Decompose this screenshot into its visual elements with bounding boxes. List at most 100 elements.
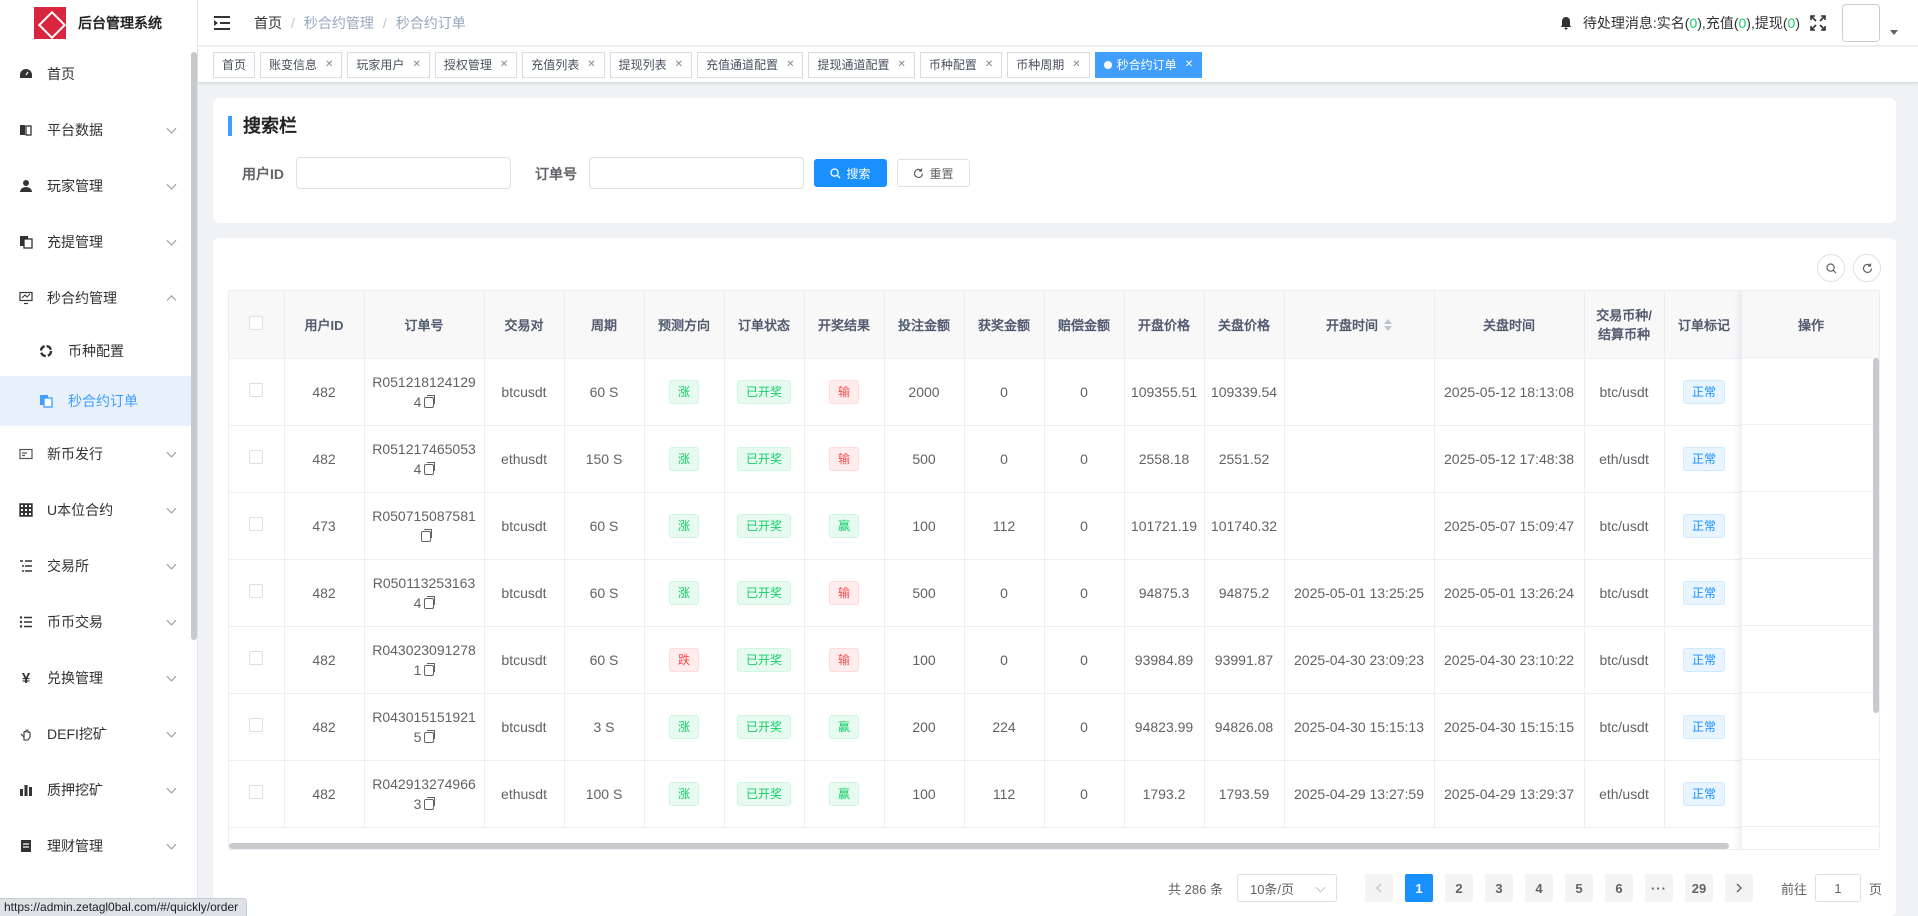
close-icon[interactable]: ✕ <box>897 59 905 70</box>
table-horizontal-scrollbar[interactable] <box>229 843 1729 849</box>
close-icon[interactable]: ✕ <box>325 59 333 70</box>
sidebar-item-list[interactable]: 交易所 <box>0 538 197 594</box>
breadcrumb-home[interactable]: 首页 <box>254 13 282 33</box>
cell-comp: 0 <box>1044 693 1125 761</box>
close-icon[interactable]: ✕ <box>675 59 683 70</box>
close-icon[interactable]: ✕ <box>1072 59 1080 70</box>
sidebar-item-wallet[interactable]: 理财管理 <box>0 818 197 874</box>
cell-open-time <box>1284 358 1435 426</box>
table-vertical-scrollbar[interactable] <box>1873 358 1879 713</box>
row-checkbox[interactable] <box>249 516 264 531</box>
sidebar-item-list-bullets[interactable]: 币币交易 <box>0 594 197 650</box>
user-id-input[interactable] <box>296 157 511 189</box>
copy-icon[interactable] <box>424 729 436 743</box>
hamburger-icon[interactable] <box>214 15 230 30</box>
tag-0[interactable]: 首页 <box>213 51 256 78</box>
close-icon[interactable]: ✕ <box>587 59 595 70</box>
tag-4[interactable]: 充值列表 ✕ <box>522 51 605 78</box>
copy-icon[interactable] <box>424 662 436 676</box>
cell-close-price: 101740.32 <box>1204 492 1285 560</box>
tag-1[interactable]: 账变信息 ✕ <box>260 51 343 78</box>
copy-icon[interactable] <box>424 461 436 475</box>
fullscreen-icon[interactable] <box>1810 15 1826 31</box>
caret-down-icon[interactable] <box>1890 29 1898 35</box>
logo[interactable]: 后台管理系统 <box>0 0 197 46</box>
sidebar-item-label: 交易所 <box>47 558 89 574</box>
order-no-input[interactable] <box>589 157 804 189</box>
sidebar-item-bar-chart[interactable]: 质押挖矿 <box>0 762 197 818</box>
sidebar-item-book[interactable]: 平台数据 <box>0 102 197 158</box>
tag-7[interactable]: 提现通道配置 ✕ <box>808 51 915 78</box>
cell-period: 60 S <box>564 559 645 627</box>
row-checkbox[interactable] <box>249 583 264 598</box>
page-button[interactable]: 4 <box>1524 874 1553 902</box>
tag-9[interactable]: 币种周期 ✕ <box>1007 51 1090 78</box>
reset-button[interactable]: 重置 <box>897 159 970 187</box>
sidebar-subitem-document[interactable]: 秒合约订单 <box>0 376 197 426</box>
page-size-select[interactable]: 10条/页 <box>1236 874 1337 902</box>
copy-icon[interactable] <box>424 796 436 810</box>
tag-2[interactable]: 玩家用户 ✕ <box>347 51 430 78</box>
sidebar-item-copy-document[interactable]: 充提管理 <box>0 214 197 270</box>
cell-open-time: 2025-04-30 23:09:23 <box>1284 626 1435 694</box>
row-checkbox[interactable] <box>249 449 264 464</box>
tag-6[interactable]: 充值通道配置 ✕ <box>697 51 804 78</box>
refresh-table-button[interactable] <box>1853 254 1881 282</box>
notice-recharge[interactable]: 充值(0), <box>1706 13 1755 33</box>
tag-3[interactable]: 授权管理 ✕ <box>434 51 518 78</box>
tag-10[interactable]: 秒合约订单 ✕ <box>1094 51 1203 78</box>
sidebar-item-monitor[interactable]: 秒合约管理 <box>0 270 197 326</box>
bell-icon[interactable] <box>1559 16 1573 30</box>
cell-user-id: 482 <box>284 425 365 493</box>
sidebar-item-yen[interactable]: ¥ 兑换管理 <box>0 650 197 706</box>
column-header: 开盘价格 <box>1124 291 1205 359</box>
next-page-button[interactable] <box>1724 874 1753 902</box>
copy-icon[interactable] <box>420 528 432 542</box>
copy-icon[interactable] <box>424 595 436 609</box>
sidebar-item-dashboard[interactable]: 首页 <box>0 46 197 102</box>
column-header: 交易币种/结算币种 <box>1584 291 1665 359</box>
goto-page-input[interactable] <box>1814 874 1861 902</box>
tag-8[interactable]: 币种配置 ✕ <box>919 51 1003 78</box>
notice-withdraw[interactable]: 提现(0) <box>1755 13 1800 33</box>
prev-page-button[interactable] <box>1364 874 1393 902</box>
select-all-checkbox[interactable] <box>249 315 264 330</box>
row-checkbox[interactable] <box>249 382 264 397</box>
cell-bet: 500 <box>884 425 965 493</box>
sort-icon[interactable] <box>1384 318 1392 331</box>
close-icon[interactable]: ✕ <box>985 59 993 70</box>
tag-label: 玩家用户 <box>356 58 405 72</box>
close-icon[interactable]: ✕ <box>412 59 420 70</box>
more-pages-button[interactable]: ··· <box>1644 874 1673 902</box>
page-button[interactable]: 29 <box>1684 874 1713 902</box>
copy-icon[interactable] <box>424 394 436 408</box>
cell-user-id: 482 <box>284 626 365 694</box>
page-button[interactable]: 2 <box>1444 874 1473 902</box>
page-button[interactable]: 6 <box>1604 874 1633 902</box>
sidebar-item-card[interactable]: 新币发行 <box>0 426 197 482</box>
sidebar-subitem-coin[interactable]: 币种配置 <box>0 326 197 376</box>
row-checkbox[interactable] <box>249 717 264 732</box>
page-button[interactable]: 1 <box>1404 874 1433 902</box>
row-checkbox[interactable] <box>249 650 264 665</box>
close-icon[interactable]: ✕ <box>786 59 794 70</box>
row-select-cell <box>229 425 285 493</box>
close-icon[interactable]: ✕ <box>500 59 508 70</box>
tag-label: 币种配置 <box>928 58 977 72</box>
page-button[interactable]: 3 <box>1484 874 1513 902</box>
cell-comp: 0 <box>1044 492 1125 560</box>
sidebar-item-hand[interactable]: DEFI挖矿 <box>0 706 197 762</box>
avatar[interactable] <box>1842 4 1880 42</box>
sidebar-scrollbar[interactable] <box>191 52 197 640</box>
tag-5[interactable]: 提现列表 ✕ <box>609 51 693 78</box>
list-bullets-icon <box>18 614 34 630</box>
sidebar-item-grid[interactable]: U本位合约 <box>0 482 197 538</box>
sidebar-item-user[interactable]: 玩家管理 <box>0 158 197 214</box>
close-icon[interactable]: ✕ <box>1185 59 1193 70</box>
page-button[interactable]: 5 <box>1564 874 1593 902</box>
toggle-search-button[interactable] <box>1817 254 1845 282</box>
row-checkbox[interactable] <box>249 784 264 799</box>
card-icon <box>18 446 34 462</box>
notice-realname[interactable]: 实名(0), <box>1657 13 1706 33</box>
search-button[interactable]: 搜索 <box>814 159 887 187</box>
